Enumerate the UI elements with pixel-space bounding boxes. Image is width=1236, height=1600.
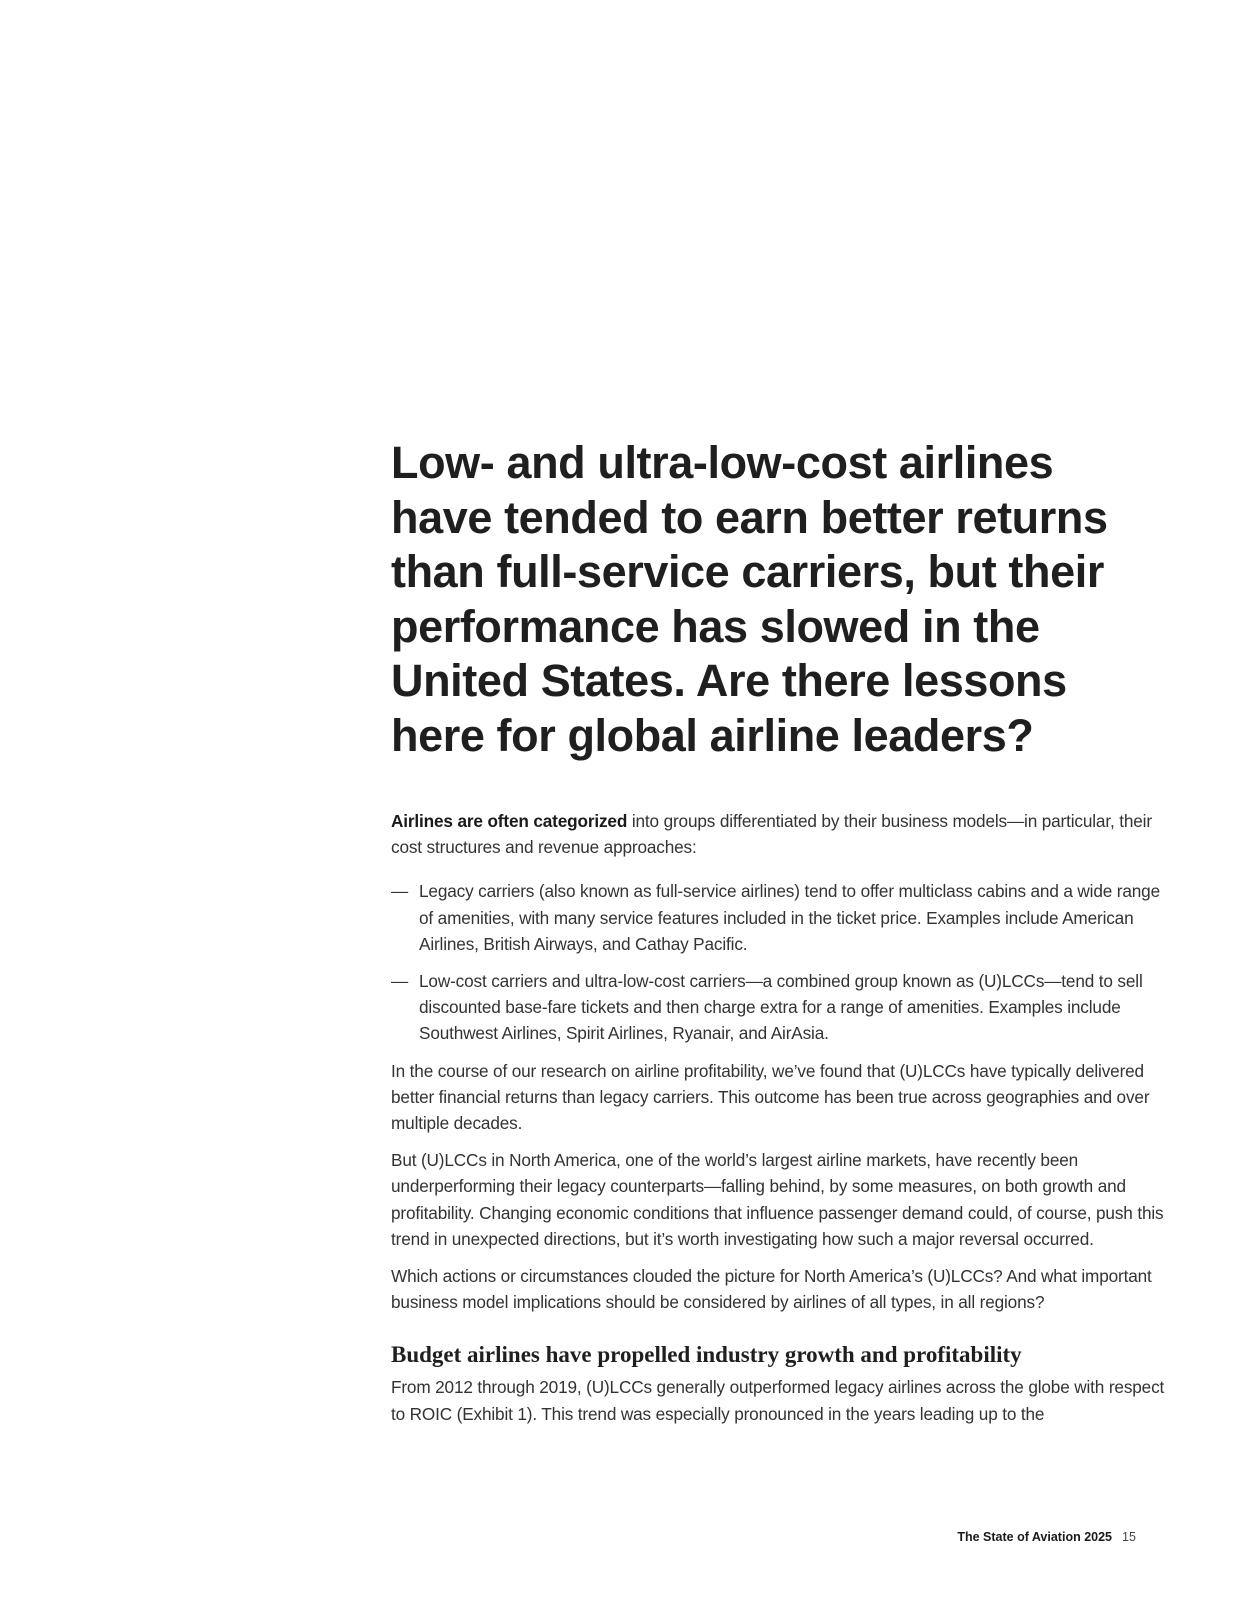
footer-publication-title: The State of Aviation 2025 (957, 1530, 1112, 1544)
body-paragraph-questions: Which actions or circumstances clouded t… (391, 1266, 1152, 1313)
body-paragraph-research: In the course of our research on airline… (391, 1060, 1150, 1134)
article-content: Low- and ultra-low-cost airlines have te… (391, 436, 1171, 1438)
bullet-item-ulccs: — Low-cost carriers and ultra-low-cost c… (391, 968, 1171, 1047)
bullet-text: Legacy carriers (also known as full-serv… (419, 881, 1160, 954)
bullet-item-legacy-carriers: — Legacy carriers (also known as full-se… (391, 878, 1171, 957)
section-subhead: Budget airlines have propelled industry … (391, 1342, 1022, 1368)
section-paragraph: From 2012 through 2019, (U)LCCs generall… (391, 1377, 1165, 1424)
bullet-text: Low-cost carriers and ultra-low-cost car… (419, 971, 1143, 1044)
bullet-dash: — (391, 881, 409, 902)
intro-paragraph: Airlines are often categorized into grou… (391, 808, 1171, 860)
page-headline: Low- and ultra-low-cost airlines have te… (391, 437, 1108, 761)
bullet-list: — Legacy carriers (also known as full-se… (391, 878, 1171, 1046)
body-paragraph-north-america: But (U)LCCs in North America, one of the… (391, 1150, 1164, 1249)
page-footer: The State of Aviation 2025 15 (0, 1530, 1236, 1550)
bullet-dash: — (391, 971, 409, 992)
footer-page-number: 15 (1122, 1530, 1136, 1544)
intro-lead-text: Airlines are often categorized (391, 811, 628, 831)
